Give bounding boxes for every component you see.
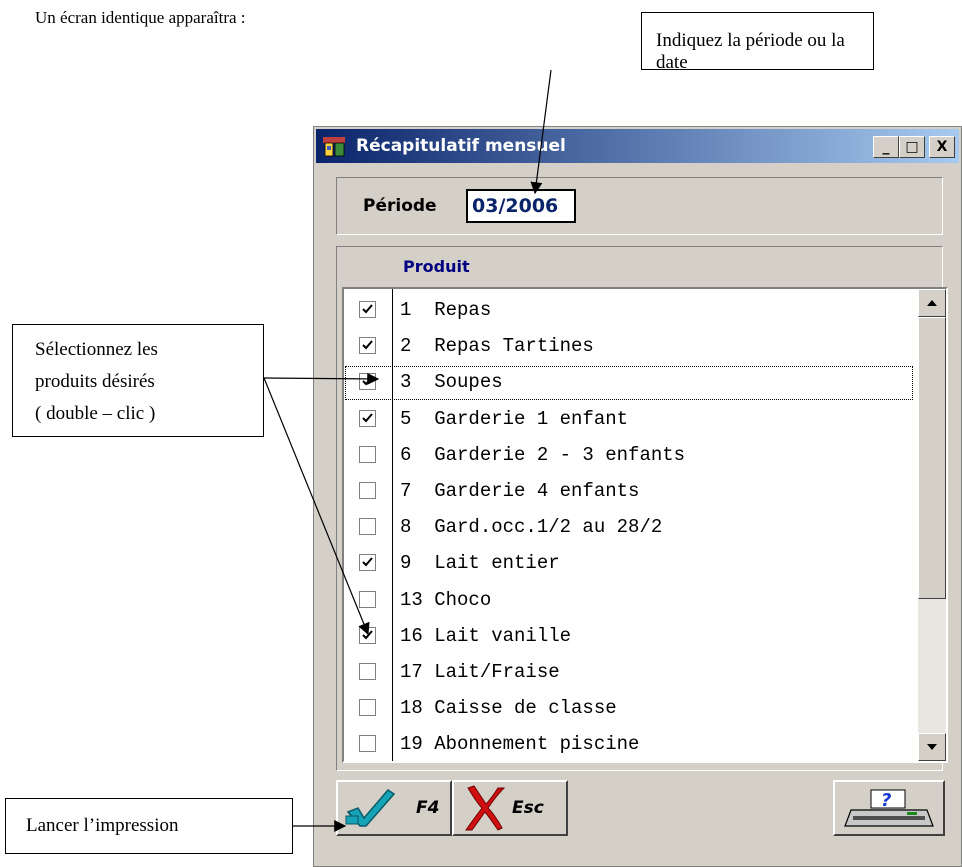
list-item[interactable]: 19 Abonnement piscine (344, 727, 914, 763)
list-item[interactable]: 6 Garderie 2 - 3 enfants (344, 438, 914, 474)
item-label: 18 Caisse de classe (400, 697, 617, 720)
callout-period: Indiquez la période ou la date (641, 12, 874, 73)
list-item[interactable]: 5 Garderie 1 enfant (344, 402, 914, 438)
item-checkbox[interactable] (359, 518, 376, 536)
maximize-button[interactable]: □ (899, 136, 925, 158)
scroll-down-button[interactable] (918, 733, 946, 761)
arrow-up-icon (927, 300, 937, 306)
list-item[interactable]: 3 Soupes (344, 365, 914, 401)
item-label: 17 Lait/Fraise (400, 661, 560, 683)
item-label: 9 Lait entier (400, 552, 560, 575)
item-label: 7 Garderie 4 enfants (400, 480, 640, 502)
item-checkbox[interactable] (359, 663, 376, 680)
item-label: 3 Soupes (400, 371, 503, 394)
callout-period-text: Indiquez la période ou la date (656, 30, 845, 73)
item-checkbox[interactable] (359, 482, 376, 499)
item-label: 8 Gard.occ.1/2 au 28/2 (400, 516, 663, 539)
callout-select-line-3: ( double – clic ) (35, 403, 156, 424)
app-icon (323, 137, 345, 157)
item-checkbox[interactable] (359, 554, 376, 572)
intro-text: Un écran identique apparaîtra : (35, 8, 246, 27)
ok-button-label: F4 (416, 798, 440, 818)
item-checkbox[interactable] (359, 590, 376, 608)
item-label: 6 Garderie 2 - 3 enfants (400, 443, 686, 466)
list-item[interactable]: 1 Repas (344, 293, 914, 329)
item-label: 13 Choco (400, 588, 492, 611)
recap-window: Récapitulatif mensuel _ □ X Période 03/2… (313, 126, 962, 867)
check-icon (362, 557, 373, 567)
item-checkbox[interactable] (359, 337, 376, 355)
checkmark-icon (345, 789, 396, 827)
periode-label: Période (363, 196, 437, 216)
ok-f4-button[interactable]: F4 (336, 780, 452, 836)
callout-select-line-2: produits désirés (35, 371, 155, 392)
list-item[interactable]: 16 Lait vanille (344, 619, 914, 655)
item-checkbox[interactable] (359, 626, 376, 644)
title-bar[interactable]: Récapitulatif mensuel _ □ X (316, 129, 959, 163)
scroll-up-button[interactable] (918, 289, 946, 317)
check-icon (362, 376, 373, 386)
list-item[interactable]: 18 Caisse de classe (344, 691, 914, 727)
callout-select-products: Sélectionnez les produits désirés ( doub… (12, 324, 264, 437)
item-label: 19 Abonnement piscine (400, 733, 640, 756)
scroll-thumb[interactable] (918, 317, 946, 599)
close-button[interactable]: X (929, 136, 955, 158)
check-icon (362, 304, 373, 314)
check-icon (362, 630, 373, 640)
list-scrollbar[interactable] (918, 289, 946, 761)
produit-column-header: Produit (403, 257, 470, 276)
printer-help-icon: ? (844, 789, 934, 827)
list-item[interactable]: 9 Lait entier (344, 546, 914, 582)
item-label: 1 Repas (400, 299, 492, 321)
arrow-down-icon (927, 744, 937, 750)
list-item[interactable]: 2 Repas Tartines (344, 329, 914, 365)
item-checkbox[interactable] (359, 445, 376, 463)
check-icon (362, 412, 373, 423)
red-x-icon (465, 785, 506, 831)
svg-text:?: ? (881, 790, 891, 811)
esc-button[interactable]: Esc (452, 780, 568, 836)
item-label: 5 Garderie 1 enfant (400, 407, 629, 430)
esc-button-label: Esc (512, 798, 544, 818)
item-checkbox[interactable] (359, 735, 376, 753)
list-item[interactable]: 7 Garderie 4 enfants (344, 474, 914, 510)
item-label: 2 Repas Tartines (400, 335, 594, 358)
item-label: 16 Lait vanille (400, 624, 572, 647)
minimize-button[interactable]: _ (873, 136, 899, 158)
list-item[interactable]: 8 Gard.occ.1/2 au 28/2 (344, 510, 914, 546)
list-item[interactable]: 13 Choco (344, 583, 914, 619)
item-checkbox[interactable] (359, 373, 376, 391)
list-item[interactable]: 17 Lait/Fraise (344, 655, 914, 691)
callout-print-text: Lancer l’impression (26, 815, 179, 836)
product-list[interactable]: 1 Repas 2 Repas Tartines 3 Soupes 5 Garderi… (342, 287, 948, 763)
window-title: Récapitulatif mensuel (356, 136, 566, 156)
check-icon (362, 340, 373, 350)
callout-print: Lancer l’impression (5, 798, 293, 854)
item-checkbox[interactable] (359, 699, 376, 717)
periode-input[interactable]: 03/2006 (466, 189, 576, 223)
item-checkbox[interactable] (359, 409, 376, 427)
callout-select-line-1: Sélectionnez les (35, 339, 158, 360)
item-checkbox[interactable] (359, 301, 376, 318)
print-button[interactable]: ? (833, 780, 945, 836)
